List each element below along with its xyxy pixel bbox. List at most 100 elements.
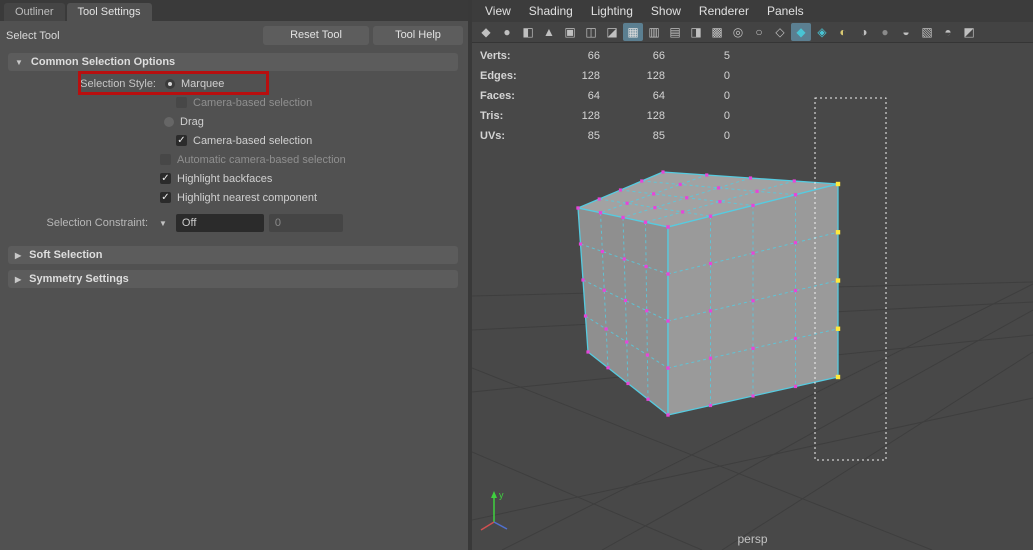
perspective-viewport: y View Shading Lighting Show Renderer Pa… xyxy=(472,0,1033,550)
highlight-nearest-checkbox[interactable]: ✓ xyxy=(160,192,171,203)
lock-camera-icon[interactable]: ● xyxy=(497,23,517,41)
menu-renderer[interactable]: Renderer xyxy=(690,4,758,18)
common-selection-header[interactable]: ▼ Common Selection Options xyxy=(8,53,458,71)
svg-text:y: y xyxy=(499,490,504,500)
multisample-icon[interactable]: ▧ xyxy=(917,23,937,41)
reset-tool-button[interactable]: Reset Tool xyxy=(263,26,369,45)
hud-total: 128 xyxy=(581,110,600,122)
common-selection-title: Common Selection Options xyxy=(30,56,176,68)
xray-icon[interactable]: ◓ xyxy=(938,23,958,41)
marquee-radio[interactable] xyxy=(165,78,175,89)
safe-action-icon[interactable]: ◎ xyxy=(728,23,748,41)
soft-selection-title: Soft Selection xyxy=(29,249,103,261)
hud-verts-row: Verts: 66 66 5 xyxy=(480,46,730,66)
hud-label: Faces: xyxy=(480,90,515,102)
selection-style-label: Selection Style: xyxy=(80,77,156,90)
tool-title: Select Tool xyxy=(6,29,60,42)
bookmark-icon[interactable]: ▲ xyxy=(539,23,559,41)
selection-constraint-row: Selection Constraint: ▼ Off 0 xyxy=(8,211,458,235)
camera-based-2-row: ✓ Camera-based selection xyxy=(8,131,458,150)
highlight-backfaces-label: Highlight backfaces xyxy=(177,172,273,185)
film-gate-icon[interactable]: ▥ xyxy=(644,23,664,41)
menu-show[interactable]: Show xyxy=(642,4,690,18)
hud-label: Verts: xyxy=(480,50,511,62)
selection-constraint-dropdown[interactable]: Off xyxy=(175,214,264,232)
isolate-select-icon[interactable]: ◩ xyxy=(959,23,979,41)
panel-toolbar: ◆ ● ◧ ▲ ▣ ◫ ◪ ▦ ▥ ▤ ◨ ▩ ◎ ○ ◇ ◆ ◈ ◐ ◑ ● ◒ ▧ ◓ ◩ xyxy=(472,22,1033,43)
hud-selected: 0 xyxy=(723,70,730,82)
soft-selection-header[interactable]: ▶ Soft Selection xyxy=(8,246,458,264)
collapse-triangle-icon: ▶ xyxy=(15,274,22,284)
field-chart-icon[interactable]: ▩ xyxy=(707,23,727,41)
hud-shown: 85 xyxy=(652,130,665,142)
highlight-nearest-row: ✓ Highlight nearest component xyxy=(8,188,458,207)
auto-camera-row: Automatic camera-based selection xyxy=(8,150,458,169)
panel-tabbar: Outliner Tool Settings xyxy=(0,0,468,21)
tool-help-button[interactable]: Tool Help xyxy=(373,26,463,45)
automatic-camera-based-checkbox xyxy=(160,154,171,165)
resolution-gate-icon[interactable]: ▤ xyxy=(665,23,685,41)
motion-blur-icon[interactable]: ◒ xyxy=(896,23,916,41)
drag-radio[interactable] xyxy=(164,116,174,127)
hud-selected: 5 xyxy=(723,50,730,62)
cube-mesh[interactable] xyxy=(576,170,841,417)
hud-total: 128 xyxy=(581,70,600,82)
hud-total: 85 xyxy=(587,130,600,142)
hud-total: 66 xyxy=(587,50,600,62)
grease-pencil-icon[interactable]: ◪ xyxy=(602,23,622,41)
collapse-triangle-icon: ▶ xyxy=(15,250,22,260)
image-plane-icon[interactable]: ▣ xyxy=(560,23,580,41)
textured-icon[interactable]: ◈ xyxy=(812,23,832,41)
2d-pan-zoom-icon[interactable]: ◫ xyxy=(581,23,601,41)
tab-tool-settings[interactable]: Tool Settings xyxy=(66,3,152,21)
section-common-selection: ▼ Common Selection Options Selection Sty… xyxy=(8,53,458,240)
hud-edges-row: Edges: 128 128 0 xyxy=(480,66,730,86)
menu-shading[interactable]: Shading xyxy=(520,4,582,18)
hud-faces-row: Faces: 64 64 0 xyxy=(480,86,730,106)
shadows-icon[interactable]: ◑ xyxy=(854,23,874,41)
selection-style-row: Selection Style: Marquee xyxy=(8,74,458,93)
select-camera-icon[interactable]: ◆ xyxy=(476,23,496,41)
highlight-backfaces-checkbox[interactable]: ✓ xyxy=(160,173,171,184)
camera-based-selection-label-1: Camera-based selection xyxy=(193,96,313,109)
selection-constraint-label: Selection Constraint: xyxy=(46,217,149,229)
tool-header-row: Select Tool Reset Tool Tool Help xyxy=(0,21,468,47)
safe-title-icon[interactable]: ○ xyxy=(749,23,769,41)
camera-name-label: persp xyxy=(737,532,768,546)
maya-window: Outliner Tool Settings Select Tool Reset… xyxy=(0,0,1033,550)
gate-mask-icon[interactable]: ◨ xyxy=(686,23,706,41)
camera-attributes-icon[interactable]: ◧ xyxy=(518,23,538,41)
hud-label: UVs: xyxy=(480,130,506,142)
highlight-backfaces-row: ✓ Highlight backfaces xyxy=(8,169,458,188)
hud-tris-row: Tris: 128 128 0 xyxy=(480,106,730,126)
symmetry-settings-header[interactable]: ▶ Symmetry Settings xyxy=(8,270,458,288)
drag-label: Drag xyxy=(180,115,204,128)
hud-shown: 64 xyxy=(652,90,665,102)
hud-shown: 128 xyxy=(646,70,665,82)
menu-view[interactable]: View xyxy=(476,4,520,18)
tool-settings-panel: Outliner Tool Settings Select Tool Reset… xyxy=(0,0,468,550)
camera-based-selection-label-2: Camera-based selection xyxy=(193,134,313,147)
menu-lighting[interactable]: Lighting xyxy=(582,4,642,18)
constraint-value-field: 0 xyxy=(268,214,343,232)
hud-total: 64 xyxy=(587,90,600,102)
constraint-menu-arrow-icon[interactable]: ▼ xyxy=(159,219,167,228)
shaded-icon[interactable]: ◆ xyxy=(791,23,811,41)
symmetry-settings-title: Symmetry Settings xyxy=(29,273,129,285)
section-soft-selection: ▶ Soft Selection xyxy=(8,246,458,264)
use-all-lights-icon[interactable]: ◐ xyxy=(833,23,853,41)
grid-icon[interactable]: ▦ xyxy=(623,23,643,41)
viewport-menubar: View Shading Lighting Show Renderer Pane… xyxy=(472,0,1033,22)
screen-space-ao-icon[interactable]: ● xyxy=(875,23,895,41)
camera-based-selection-checkbox-1 xyxy=(176,97,187,108)
camera-based-selection-checkbox-2[interactable]: ✓ xyxy=(176,135,187,146)
drag-row: Drag xyxy=(8,112,458,131)
hud-label: Tris: xyxy=(480,110,504,122)
hud-selected: 0 xyxy=(723,110,730,122)
tab-outliner[interactable]: Outliner xyxy=(4,3,65,21)
menu-panels[interactable]: Panels xyxy=(758,4,813,18)
common-selection-content: Selection Style: Marquee Camera-based se… xyxy=(8,71,458,240)
collapse-triangle-icon: ▼ xyxy=(15,57,23,67)
highlight-nearest-label: Highlight nearest component xyxy=(177,191,318,204)
wireframe-icon[interactable]: ◇ xyxy=(770,23,790,41)
